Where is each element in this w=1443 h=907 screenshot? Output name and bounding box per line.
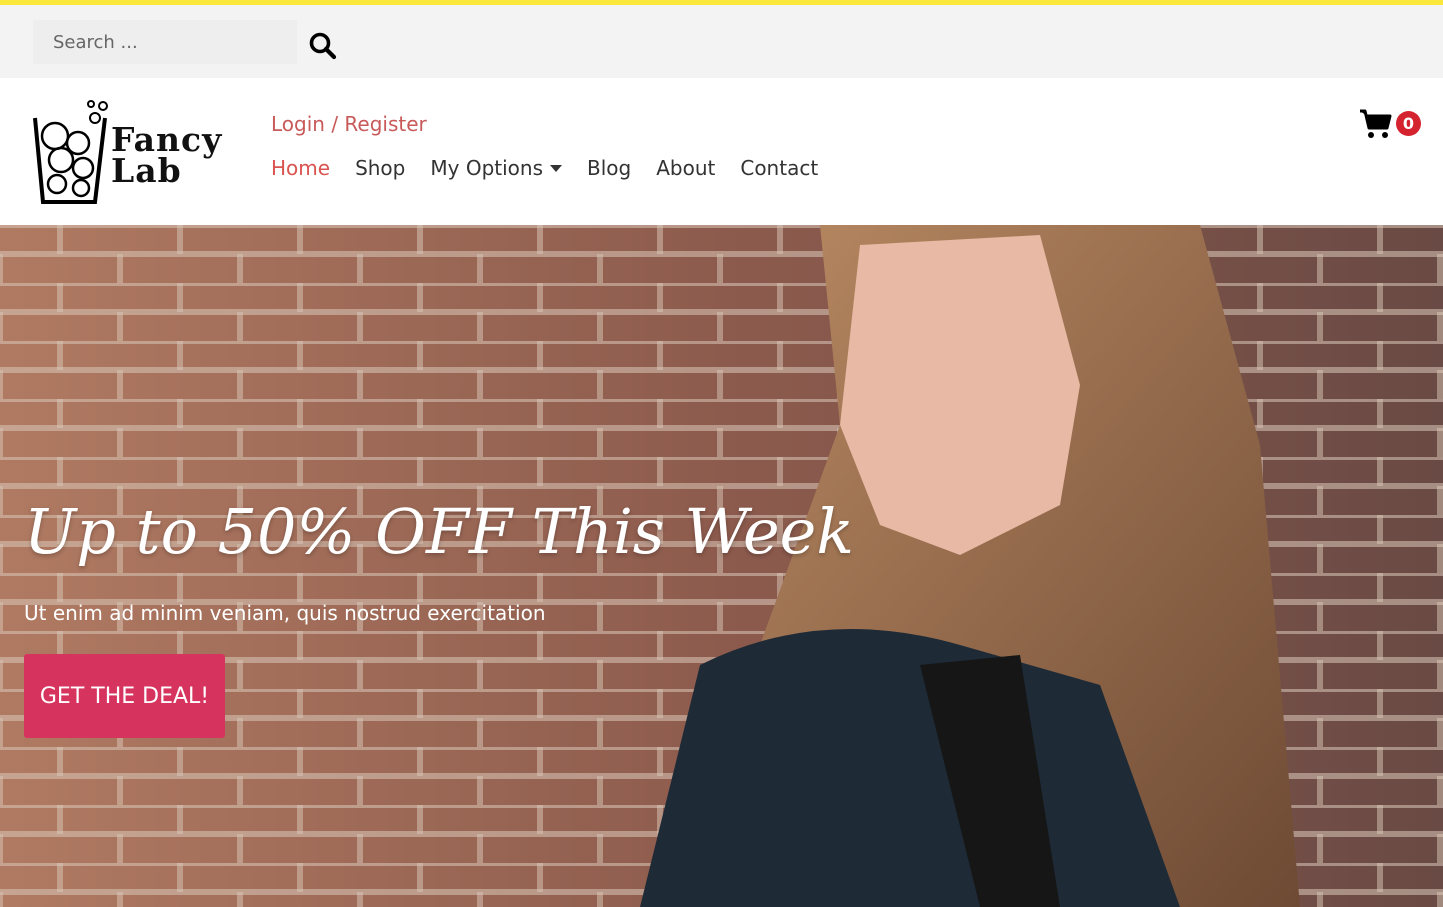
nav-item-blog[interactable]: Blog bbox=[587, 156, 631, 180]
nav-item-label: Shop bbox=[355, 156, 406, 180]
shopping-cart-icon bbox=[1360, 109, 1392, 138]
nav-item-label: About bbox=[656, 156, 716, 180]
nav-item-about[interactable]: About bbox=[656, 156, 715, 180]
nav-item-label: Home bbox=[271, 156, 331, 180]
main-nav: Home Shop My Options Blog About Contact bbox=[271, 156, 843, 180]
logo-text: Fancy Lab bbox=[111, 120, 223, 190]
hero-subtitle: Ut enim ad minim veniam, quis nostrud ex… bbox=[24, 601, 546, 625]
search-input[interactable] bbox=[33, 20, 297, 64]
cart-button[interactable]: 0 bbox=[1359, 108, 1429, 142]
hero-title: Up to 50% OFF This Week bbox=[24, 495, 854, 568]
nav-item-contact[interactable]: Contact bbox=[740, 156, 818, 180]
nav-item-shop[interactable]: Shop bbox=[355, 156, 405, 180]
nav-item-home[interactable]: Home bbox=[271, 156, 330, 180]
get-the-deal-button[interactable]: GET THE DEAL! bbox=[24, 654, 225, 738]
nav-item-label: My Options bbox=[430, 156, 543, 180]
search-bar bbox=[0, 5, 1443, 78]
cart-count-badge: 0 bbox=[1396, 111, 1421, 136]
hero-banner: Up to 50% OFF This Week Ut enim ad minim… bbox=[0, 225, 1443, 907]
site-header: Fancy Lab Login / Register Home Shop My … bbox=[0, 78, 1443, 225]
nav-item-my-options[interactable]: My Options bbox=[430, 156, 562, 180]
glass-logo-icon bbox=[33, 100, 108, 204]
caret-down-icon bbox=[550, 164, 562, 172]
logo[interactable]: Fancy Lab bbox=[33, 98, 238, 208]
login-register-link[interactable]: Login / Register bbox=[271, 112, 427, 136]
search-icon[interactable] bbox=[308, 32, 338, 60]
nav-item-label: Blog bbox=[587, 156, 632, 180]
nav-item-label: Contact bbox=[740, 156, 819, 180]
